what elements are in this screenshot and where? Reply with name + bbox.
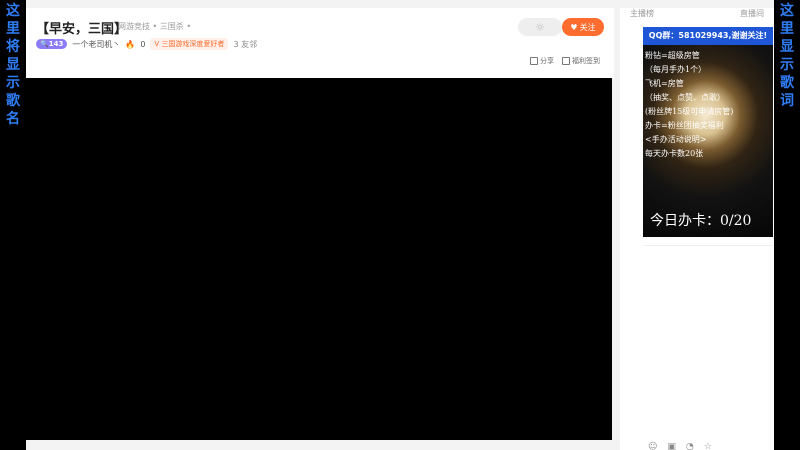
panel-tabs: 主播榜 直播间	[620, 8, 774, 20]
rule-line: （每月手办1个）	[645, 65, 707, 74]
share-icon	[530, 57, 538, 65]
chat-divider	[643, 245, 773, 246]
share-button[interactable]: 分享	[530, 56, 554, 66]
follow-button[interactable]: ♥ 关注	[562, 18, 604, 36]
video-player[interactable]	[26, 78, 612, 440]
lyrics-side: 这里显示歌词	[780, 3, 794, 109]
rule-line: 粉钻=超级房管	[645, 51, 700, 60]
rule-line: 飞机=房管	[645, 79, 684, 88]
heart-icon: ♥	[570, 22, 578, 32]
v-icon: V	[154, 40, 160, 48]
chat-toolbar: ☺ ▣ ◔ ☆	[648, 442, 712, 450]
stream-category[interactable]: 网游竞技 • 三国杀 •	[118, 21, 191, 32]
sign-button[interactable]: 福利签到	[562, 56, 600, 66]
song-title-side: 这里将显示歌名	[6, 3, 20, 127]
tab-right[interactable]: 直播间	[740, 8, 764, 20]
rule-line: <手办活动说明>	[645, 135, 707, 144]
gift-icon[interactable]: ◔	[686, 442, 694, 450]
qq-group-banner: QQ群：581029943,谢谢关注!	[643, 27, 773, 45]
fire-icon: 🔥	[125, 39, 136, 49]
overlay-rules: 粉钻=超级房管 （每月手办1个） 飞机=房管 （抽奖、点赞、点歌） (粉丝牌15…	[645, 49, 771, 161]
right-panel: 主播榜 直播间 QQ群：581029943,谢谢关注! 粉钻=超级房管 （每月手…	[620, 8, 774, 450]
rule-line: 每天办卡数20张	[645, 149, 704, 158]
level-badge: 🔍143	[36, 39, 68, 49]
interest-tag-text: 三国游戏深度爱好者	[161, 40, 225, 48]
smile-icon[interactable]: ☺	[648, 442, 657, 450]
streamer-meta: 🔍143 一个老司机丶 🔥 0 V 三国游戏深度爱好者 3 友邻	[36, 38, 257, 50]
interest-tag[interactable]: V 三国游戏深度爱好者	[150, 38, 229, 50]
calendar-icon	[562, 57, 570, 65]
stream-title: 【早安，三国】	[36, 22, 128, 37]
level-number: 143	[48, 40, 64, 48]
tab-left[interactable]: 主播榜	[630, 8, 654, 20]
sign-label: 福利签到	[572, 57, 600, 65]
rule-line: （抽奖、点赞、点歌）	[645, 93, 725, 102]
share-row: 分享 福利签到	[530, 56, 600, 66]
image-icon[interactable]: ▣	[667, 442, 676, 450]
stream-overlay-card: QQ群：581029943,谢谢关注! 粉钻=超级房管 （每月手办1个） 飞机=…	[643, 27, 773, 237]
today-card-count: 今日办卡：0/20	[650, 213, 752, 229]
rule-line: (粉丝牌15级可申请房管)	[645, 107, 734, 116]
follow-controls: ☼ ♥ 关注	[518, 18, 604, 36]
star-icon[interactable]: ☆	[704, 442, 712, 450]
fans-count[interactable]: 3 友邻	[233, 39, 257, 50]
share-label: 分享	[540, 57, 554, 65]
sun-icon[interactable]: ☼	[518, 18, 562, 36]
rule-line: 办卡=粉丝团抽奖福利	[645, 121, 724, 130]
stream-header: 【早安，三国】 网游竞技 • 三国杀 • ☼ ♥ 关注 🔍143 一个老司机丶 …	[26, 8, 614, 78]
streamer-name[interactable]: 一个老司机丶	[72, 39, 120, 50]
hot-count: 0	[140, 39, 146, 49]
follow-label: 关注	[579, 22, 596, 32]
browser-frame: 【早安，三国】 网游竞技 • 三国杀 • ☼ ♥ 关注 🔍143 一个老司机丶 …	[26, 0, 774, 450]
